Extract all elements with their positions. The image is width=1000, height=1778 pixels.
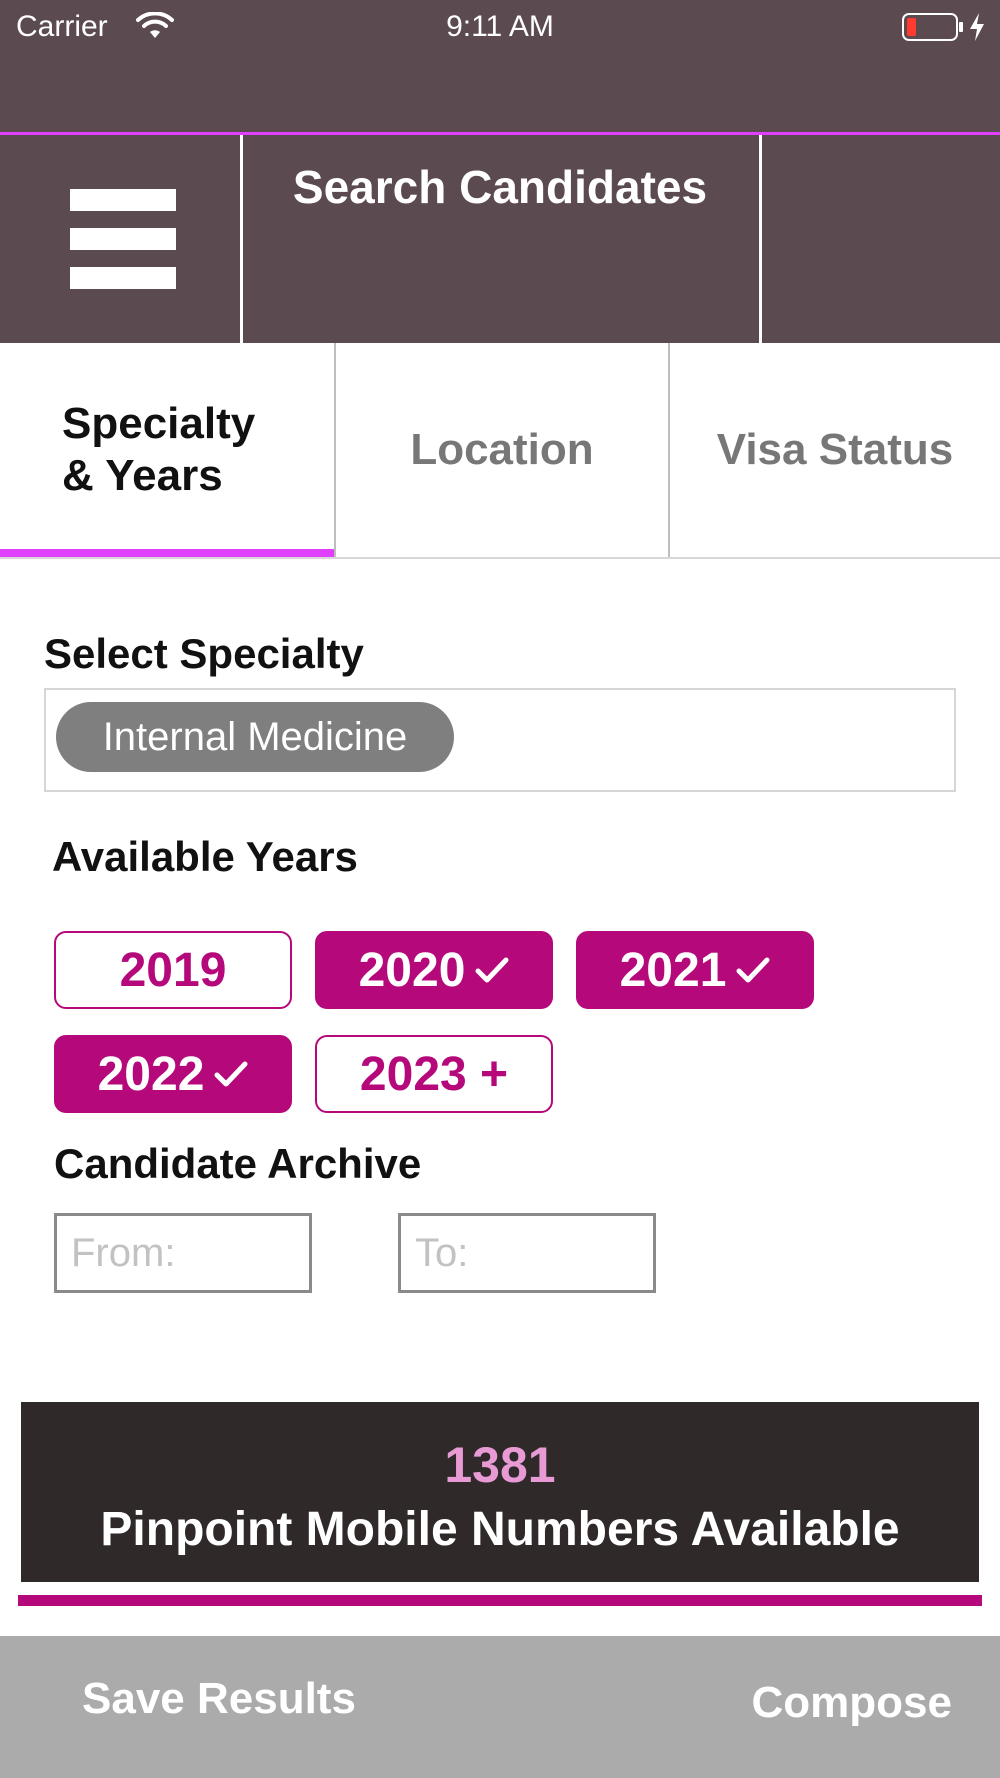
tab-label: Specialty & Years [62, 399, 256, 500]
header-top-band [0, 54, 1000, 134]
page-title: Search Candidates [292, 161, 708, 213]
checkmark-icon [736, 957, 770, 983]
tab-separator [668, 343, 670, 557]
charging-bolt-icon [970, 13, 984, 41]
year-chip-label: 2023 + [359, 1047, 509, 1101]
battery-low-icon [902, 13, 963, 41]
year-chip-2021[interactable]: 2021 [576, 931, 814, 1009]
tab-visa-status[interactable]: Visa Status [670, 343, 1000, 557]
archive-to-input[interactable] [398, 1213, 656, 1293]
results-count-label: Pinpoint Mobile Numbers Available [100, 1503, 900, 1556]
year-chip-label: 2022 [97, 1047, 205, 1101]
results-count-banner: 1381 Pinpoint Mobile Numbers Available [21, 1402, 979, 1582]
menu-bar-line [70, 267, 176, 289]
year-chip-label: 2019 [119, 943, 227, 997]
checkmark-icon [214, 1061, 248, 1087]
tab-specialty-years[interactable]: Specialty & Years [0, 343, 334, 557]
bottom-action-bar: Save Results Compose [0, 1636, 1000, 1778]
year-chip-2020[interactable]: 2020 [315, 931, 553, 1009]
checkmark-icon [475, 957, 509, 983]
candidate-archive-label: Candidate Archive [54, 1140, 422, 1187]
tab-label: Visa Status [716, 425, 954, 474]
active-tab-indicator [0, 549, 334, 557]
status-bar: Carrier 9:11 AM [0, 0, 1000, 54]
tab-location[interactable]: Location [336, 343, 668, 557]
year-chip-2019[interactable]: 2019 [54, 931, 292, 1009]
year-chip-label: 2021 [619, 943, 727, 997]
compose-button[interactable]: Compose [752, 1678, 952, 1728]
archive-from-input[interactable] [54, 1213, 312, 1293]
specialty-chip[interactable]: Internal Medicine [56, 702, 454, 772]
year-chip-label: 2020 [358, 943, 466, 997]
tab-bar: Specialty & Years Location Visa Status [0, 343, 1000, 559]
status-time: 9:11 AM [446, 10, 554, 43]
banner-accent-line [18, 1595, 982, 1606]
hamburger-menu-icon[interactable] [60, 185, 176, 293]
available-years-label: Available Years [52, 833, 358, 880]
menu-bar-line [70, 189, 176, 211]
save-results-button[interactable]: Save Results [82, 1674, 356, 1724]
tab-label: Location [410, 425, 594, 474]
year-chip-2022[interactable]: 2022 [54, 1035, 292, 1113]
results-count: 1381 [444, 1437, 556, 1493]
select-specialty-label: Select Specialty [44, 630, 364, 677]
tab-separator [334, 343, 336, 557]
year-chip-2023-plus[interactable]: 2023 + [315, 1035, 553, 1113]
menu-bar-line [70, 228, 176, 250]
